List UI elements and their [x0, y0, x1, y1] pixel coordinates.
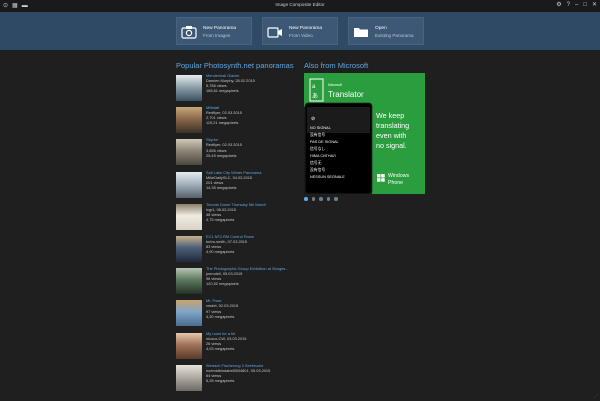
ad-phone-text-7: NESSUN SEGNALE	[310, 175, 345, 179]
panorama-list-item[interactable]: The Photographic Group Exhibition at Stu…	[176, 265, 300, 297]
panorama-thumbnail[interactable]	[176, 139, 202, 166]
panorama-megapixels: 119,21 megapixels	[206, 120, 239, 126]
new-panorama-from-images-button[interactable]: New Panorama From Images	[176, 17, 252, 45]
panorama-details: Mendenhall Glacier Damien Murphy, 28.02.2…	[206, 73, 298, 93]
ad-phone-text-5: 信号无	[310, 160, 322, 165]
panorama-thumbnail[interactable]	[176, 107, 202, 134]
tile-subtitle: From Video	[289, 33, 313, 38]
ad-product-1: Phone	[388, 180, 403, 186]
panorama-thumbnail[interactable]	[176, 364, 202, 391]
ad-tagline-2: even with	[376, 131, 406, 140]
panorama-megapixels: 4,90 megapixels	[206, 249, 235, 255]
folder-icon	[353, 25, 369, 39]
panorama-details: My room for a bit nicoco-CW, 03.03.2015 26…	[206, 331, 298, 351]
carousel-dots	[304, 197, 338, 201]
panorama-details: Skyrim Redflyer, 02.03.2015 3,656 views 25,…	[206, 137, 298, 157]
panorama-thumbnail[interactable]	[176, 203, 202, 230]
ad-phone-text-3: 信号なし	[310, 146, 325, 151]
panorama-list-item[interactable]: Millstatt Redflyer, 02.03.2015 2,701 views…	[176, 104, 300, 136]
open-existing-panorama-button[interactable]: Open Existing Panorama	[348, 17, 424, 45]
new-panorama-from-video-button[interactable]: New Panorama From Video	[262, 17, 338, 45]
window-title: Image Composite Editor	[275, 2, 325, 7]
title-bar: ⊙ ▦ ▬ Image Composite Editor ⚙ ? – □ ✕	[0, 0, 600, 12]
ad-phone-text-0: NO SIGNAL	[310, 126, 331, 130]
panorama-thumbnail[interactable]	[176, 171, 202, 198]
panorama-list: Mendenhall Glacier Damien Murphy, 28.02.2…	[176, 72, 300, 394]
panorama-megapixels: 168,61 megapixels	[206, 88, 239, 94]
ad-tagline-1: translating	[376, 121, 409, 130]
panorama-megapixels: 4,30 megapixels	[206, 313, 235, 319]
panorama-details: EC1 NF2 RM Control Room turbo-smith, 07.0…	[206, 234, 298, 254]
gear-icon[interactable]: ⚙	[556, 1, 561, 8]
panorama-thumbnail[interactable]	[176, 235, 202, 262]
panorama-megapixels: 4,75 megapixels	[206, 217, 235, 223]
svg-text:あ: あ	[312, 93, 318, 100]
panorama-details: Toronto Dome Thursday 5th March lvgr1, 06…	[206, 202, 298, 222]
panorama-megapixels: 5,28 megapixels	[206, 377, 235, 383]
panorama-list-item[interactable]: Skyrim Redflyer, 02.03.2015 3,656 views 25,…	[176, 136, 300, 168]
panorama-list-item[interactable]: My room for a bit nicoco-CW, 03.03.2015 26…	[176, 330, 300, 362]
carousel-dot[interactable]	[334, 197, 338, 201]
ad-phone-text-2: PAS DE SIGNAL	[310, 140, 339, 144]
panorama-megapixels: 120,52 megapixels	[206, 281, 239, 287]
panorama-megapixels: 25,49 megapixels	[206, 152, 237, 158]
tile-subtitle: Existing Panorama	[375, 33, 414, 38]
carousel-dot[interactable]	[319, 197, 323, 201]
panorama-list-item[interactable]: Mt. Pose vmdet, 02.03.2015 97 views 4,30 me…	[176, 297, 300, 329]
minimize-icon[interactable]: –	[575, 2, 578, 8]
panorama-details: Millstatt Redflyer, 02.03.2015 2,701 views…	[206, 105, 298, 125]
panorama-thumbnail[interactable]	[176, 300, 202, 327]
panorama-list-item[interactable]: Toronto Dome Thursday 5th March lvgr1, 06…	[176, 201, 300, 233]
ad-tagline-3: no signal.	[376, 141, 407, 150]
video-icon	[267, 25, 283, 39]
window-controls: ⚙ ? – □ ✕	[556, 1, 597, 9]
camera-icon	[181, 25, 197, 39]
start-toolbar: New Panorama From Images New Panorama Fr…	[0, 12, 600, 50]
ad-brand: Microsoft	[328, 83, 342, 87]
ad-phone-text-4: HIMA CИГHAЛ	[310, 154, 336, 158]
panorama-details: Wertach Fischerzug 3 Seebrucke noemidbind…	[206, 363, 298, 383]
panorama-details: Salt Lake City Winter Panorama MikeDailyS…	[206, 170, 298, 190]
close-icon[interactable]: ✕	[592, 1, 597, 8]
carousel-dot[interactable]	[326, 197, 330, 201]
panorama-list-item[interactable]: Wertach Fischerzug 3 Seebrucke noemidbind…	[176, 362, 300, 394]
panorama-megapixels: 4,03 megapixels	[206, 345, 235, 351]
also-from-microsoft-heading: Also from Microsoft	[304, 61, 369, 70]
translator-ad[interactable]: a あ Microsoft Translator ⊘ NO SIGNAL 没有信…	[304, 73, 425, 194]
panorama-details: The Photographic Group Exhibition at Stu…	[206, 266, 298, 286]
ad-product-0: Windows	[388, 173, 409, 179]
carousel-dot[interactable]	[311, 197, 315, 201]
panorama-thumbnail[interactable]	[176, 332, 202, 359]
ad-artwork: a あ Microsoft Translator ⊘ NO SIGNAL 没有信…	[304, 73, 425, 194]
resize-grip-icon[interactable]: ⋰	[593, 394, 598, 400]
panorama-thumbnail[interactable]	[176, 75, 202, 101]
ad-phone-text-1: 没有信号	[310, 132, 325, 137]
maximize-icon[interactable]: □	[583, 2, 587, 8]
ad-tagline-0: We keep	[376, 111, 404, 120]
svg-text:⊘: ⊘	[311, 116, 315, 122]
panorama-list-item[interactable]: Mendenhall Glacier Damien Murphy, 28.02.2…	[176, 72, 300, 104]
panorama-megapixels: 14,35 megapixels	[206, 184, 237, 190]
panorama-thumbnail[interactable]	[176, 268, 202, 295]
tile-title: New Panorama	[289, 26, 323, 31]
help-icon[interactable]: ?	[567, 2, 570, 8]
ad-app-name: Translator	[328, 90, 364, 99]
tile-subtitle: From Images	[203, 33, 231, 38]
panorama-list-item[interactable]: EC1 NF2 RM Control Room turbo-smith, 07.0…	[176, 233, 300, 265]
tile-title: Open	[375, 26, 387, 31]
panorama-details: Mt. Pose vmdet, 02.03.2015 97 views 4,30 me…	[206, 298, 298, 318]
carousel-dot[interactable]	[304, 197, 308, 201]
panorama-list-item[interactable]: Salt Lake City Winter Panorama MikeDailyS…	[176, 169, 300, 201]
popular-panoramas-heading: Popular Photosynth.net panoramas	[176, 61, 294, 70]
ad-phone-text-6: 没有信号	[310, 167, 325, 172]
tile-title: New Panorama	[203, 26, 237, 31]
